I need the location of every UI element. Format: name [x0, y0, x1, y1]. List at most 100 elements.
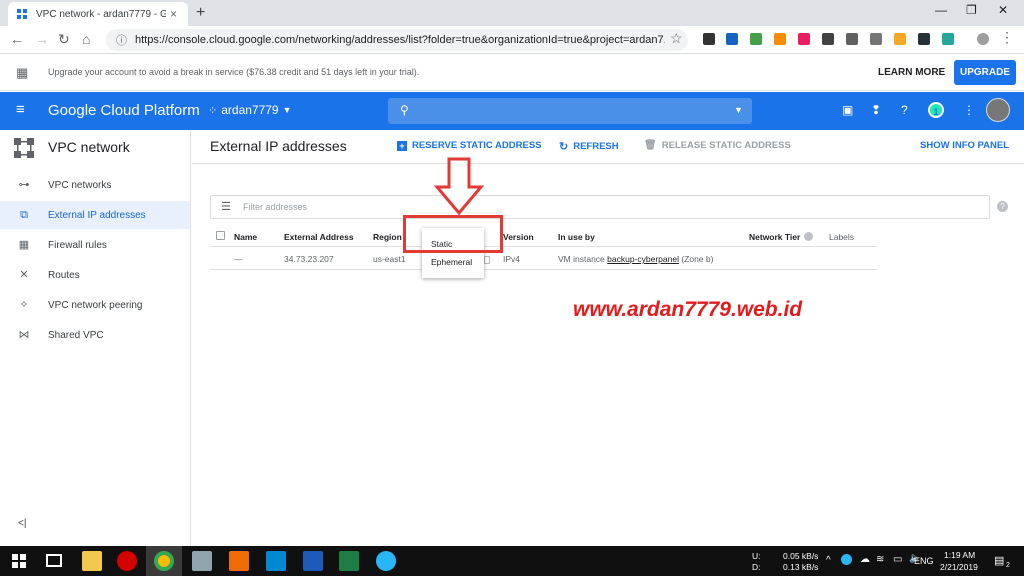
windows-start-icon[interactable]	[12, 554, 26, 568]
maximize-button[interactable]: ❐	[966, 3, 977, 17]
sidebar-item-routes[interactable]: ✕ Routes	[0, 261, 190, 289]
store-icon[interactable]	[266, 551, 286, 571]
sidebar-item-vpc-networks[interactable]: ⊶ VPC networks	[0, 171, 190, 199]
reload-icon[interactable]: ↻	[58, 31, 70, 48]
release-label: RELEASE STATIC ADDRESS	[661, 140, 791, 151]
filter-help-icon[interactable]: ?	[997, 201, 1008, 212]
sidebar-item-label: VPC networks	[48, 179, 112, 191]
browser-tab[interactable]: VPC network - ardan7779 - Goog ×	[8, 2, 188, 26]
refresh-icon: ↻	[559, 141, 569, 153]
search-dropdown-icon[interactable]: ▼	[734, 105, 743, 115]
address-bar[interactable]: ⓘ https://console.cloud.google.com/netwo…	[106, 29, 688, 51]
sidebar-item-external-ip[interactable]: ⧉ External IP addresses	[0, 201, 190, 229]
extension-icon[interactable]	[774, 33, 786, 45]
show-info-panel-button[interactable]: SHOW INFO PANEL	[920, 140, 1009, 151]
tray-chevron-icon[interactable]: ^	[826, 555, 831, 566]
minimize-button[interactable]: —	[935, 3, 947, 17]
extension-icon[interactable]	[942, 33, 954, 45]
col-header-in-use[interactable]: In use by	[558, 232, 595, 242]
clock-date[interactable]: 2/21/2019	[940, 562, 978, 572]
extension-icon[interactable]	[846, 33, 858, 45]
sidebar-title: VPC network	[48, 139, 130, 155]
gcp-header: ≡ Google Cloud Platform ⁘ ardan7779 ▼ ⚲ …	[0, 92, 1024, 130]
extension-icon[interactable]	[750, 33, 762, 45]
bookmark-star-icon[interactable]: ☆	[670, 30, 683, 47]
extension-icon[interactable]	[918, 33, 930, 45]
col-header-network-tier[interactable]: Network Tier	[749, 232, 800, 242]
opera-icon[interactable]	[117, 551, 137, 571]
reserve-static-address-button[interactable]: + RESERVE STATIC ADDRESS	[397, 140, 542, 151]
refresh-button[interactable]: ↻ REFRESH	[559, 140, 619, 153]
word-icon[interactable]	[303, 551, 323, 571]
file-explorer-icon[interactable]	[82, 551, 102, 571]
wifi-icon[interactable]: ≋	[876, 554, 884, 565]
chrome-icon[interactable]	[154, 551, 174, 571]
feedback-icon[interactable]: ❢	[871, 103, 881, 117]
net-up-speed: 0.05 kB/s	[783, 551, 819, 561]
language-indicator[interactable]: ENG	[914, 556, 934, 566]
search-bar[interactable]: ⚲ ▼	[388, 98, 752, 124]
info-icon[interactable]: ⓘ	[116, 32, 127, 48]
close-window-button[interactable]: ✕	[998, 3, 1008, 17]
highlight-box	[403, 215, 503, 253]
user-avatar[interactable]	[986, 98, 1010, 122]
sidebar-item-peering[interactable]: ✧ VPC network peering	[0, 291, 190, 319]
type-select-handle[interactable]	[484, 256, 490, 264]
clock-time[interactable]: 1:19 AM	[944, 550, 975, 560]
col-header-version[interactable]: Version	[503, 232, 534, 242]
sidebar-item-shared-vpc[interactable]: ⋈ Shared VPC	[0, 321, 190, 349]
col-header-labels[interactable]: Labels	[829, 232, 854, 242]
sidebar-item-firewall[interactable]: ▦ Firewall rules	[0, 231, 190, 259]
notifications-badge[interactable]: 1	[928, 102, 944, 118]
home-icon[interactable]: ⌂	[82, 31, 90, 47]
cell-address: 34.73.23.207	[284, 254, 334, 264]
onedrive-icon[interactable]: ☁	[860, 554, 870, 565]
cloud-shell-icon[interactable]: ▣	[842, 103, 853, 117]
tray-app-icon[interactable]	[841, 554, 852, 565]
help-small-icon[interactable]	[804, 232, 813, 241]
sublime-icon[interactable]	[229, 551, 249, 571]
extension-icon[interactable]	[798, 33, 810, 45]
action-center-icon[interactable]: ▤	[994, 554, 1004, 567]
learn-more-button[interactable]: LEARN MORE	[878, 67, 945, 78]
filter-placeholder: Filter addresses	[243, 202, 308, 212]
tab-close-icon[interactable]: ×	[170, 7, 177, 21]
more-vert-icon[interactable]: ⋮	[963, 103, 975, 117]
info-panel-label: SHOW INFO PANEL	[920, 140, 1010, 151]
filter-input[interactable]: ☰ Filter addresses	[210, 195, 990, 219]
paint-icon[interactable]	[192, 551, 212, 571]
task-view-icon[interactable]	[46, 554, 62, 567]
hamburger-menu-icon[interactable]: ≡	[16, 101, 25, 118]
forward-arrow-icon[interactable]: →	[35, 31, 49, 47]
extension-icon[interactable]	[703, 33, 715, 45]
col-header-name[interactable]: Name	[234, 232, 257, 242]
upgrade-button[interactable]: UPGRADE	[954, 60, 1016, 85]
cloud-app-icon[interactable]	[376, 551, 396, 571]
watermark-text: www.ardan7779.web.id	[573, 298, 803, 321]
extension-icon[interactable]	[870, 33, 882, 45]
battery-icon[interactable]: ▭	[893, 554, 902, 565]
project-selector[interactable]: ⁘ ardan7779 ▼	[208, 103, 292, 117]
select-all-checkbox[interactable]	[216, 231, 225, 240]
profile-avatar[interactable]	[977, 33, 989, 45]
chrome-menu-icon[interactable]: ⋮	[1000, 29, 1014, 46]
vm-instance-link[interactable]: backup-cyberpanel	[607, 254, 679, 264]
extension-icon[interactable]	[894, 33, 906, 45]
col-header-address[interactable]: External Address	[284, 232, 354, 242]
help-icon[interactable]: ?	[901, 103, 908, 117]
extension-icon[interactable]	[726, 33, 738, 45]
back-arrow-icon[interactable]: ←	[10, 31, 24, 47]
col-header-region[interactable]: Region	[373, 232, 402, 242]
collapse-sidebar-button[interactable]: <|	[18, 518, 26, 529]
option-ephemeral[interactable]: Ephemeral	[431, 257, 472, 267]
excel-icon[interactable]	[339, 551, 359, 571]
extension-icon[interactable]	[822, 33, 834, 45]
header-divider	[192, 163, 1024, 164]
cell-region: us-east1	[373, 254, 406, 264]
gcp-brand[interactable]: Google Cloud Platform	[48, 102, 200, 119]
reserve-label: RESERVE STATIC ADDRESS	[412, 140, 542, 151]
new-tab-button[interactable]: +	[196, 4, 205, 22]
banner-message: Upgrade your account to avoid a break in…	[48, 67, 420, 77]
release-static-address-button[interactable]: 🗑 RELEASE STATIC ADDRESS	[644, 140, 791, 151]
table-row-divider	[210, 269, 877, 270]
